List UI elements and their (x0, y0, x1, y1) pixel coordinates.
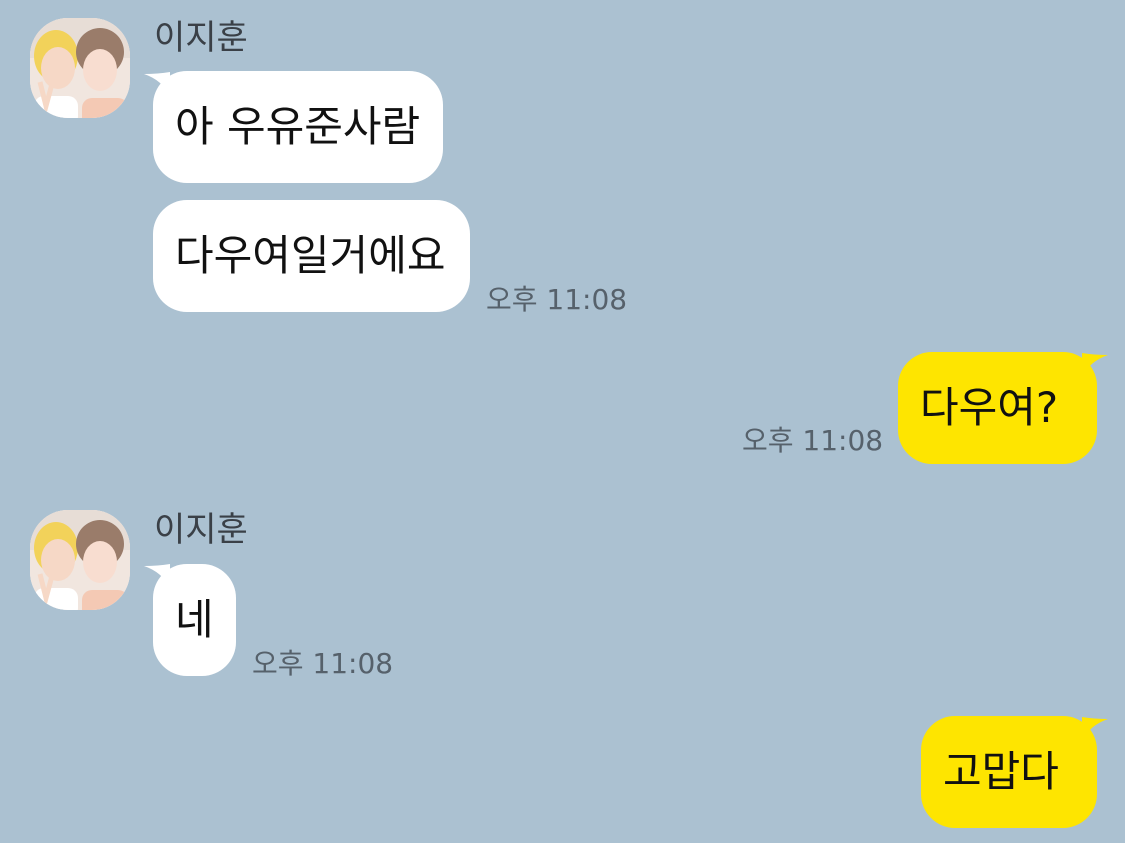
bubble-tail (1082, 353, 1108, 377)
message-timestamp: 오후 11:08 (252, 647, 394, 680)
incoming-message[interactable]: 아 우유준사람 (153, 71, 443, 183)
outgoing-message[interactable]: 다우여? (898, 352, 1097, 464)
profile-photo-icon (30, 18, 130, 118)
sender-avatar[interactable] (30, 18, 130, 118)
message-timestamp: 오후 11:08 (742, 424, 884, 457)
incoming-message[interactable]: 네 (153, 564, 236, 676)
bubble-tail (1082, 717, 1108, 741)
profile-photo-icon (30, 510, 130, 610)
message-timestamp: 오후 11:08 (486, 283, 628, 316)
sender-name: 이지훈 (154, 510, 248, 550)
sender-name: 이지훈 (154, 18, 248, 58)
sender-avatar[interactable] (30, 510, 130, 610)
outgoing-message[interactable]: 고맙다 (921, 716, 1097, 828)
incoming-message[interactable]: 다우여일거에요 (153, 200, 470, 312)
